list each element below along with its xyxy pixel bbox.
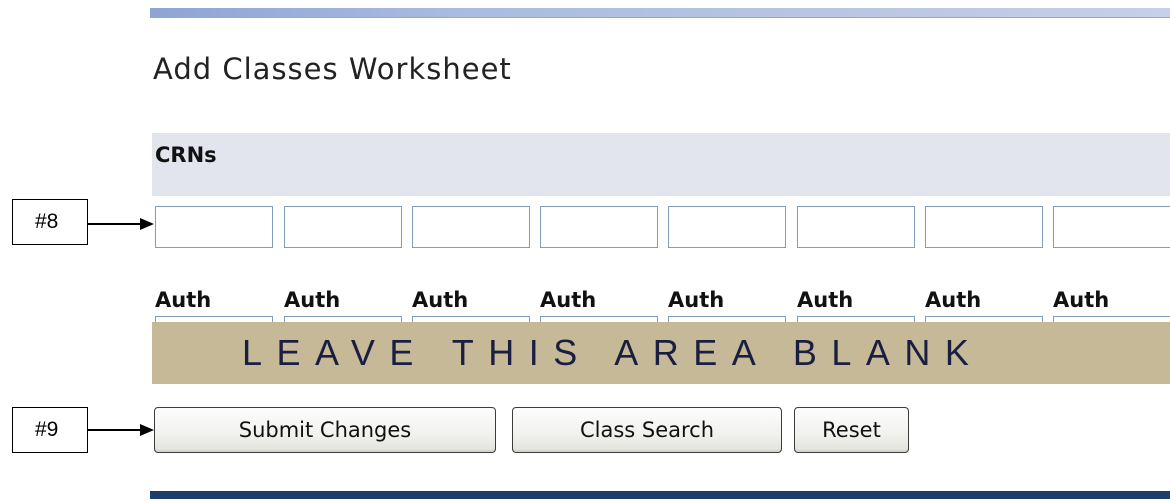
auth-label-4: Auth — [540, 288, 597, 312]
crn-section-header: CRNs — [152, 133, 1170, 196]
callout-8: #8 — [12, 199, 88, 245]
callout-9: #9 — [12, 407, 88, 453]
crn-input-6[interactable] — [797, 206, 915, 248]
leave-blank-text: LEAVE THIS AREA BLANK — [242, 332, 984, 373]
submit-changes-button[interactable]: Submit Changes — [154, 407, 496, 453]
auth-label-2: Auth — [284, 288, 341, 312]
auth-label-1: Auth — [155, 288, 212, 312]
crn-input-8[interactable] — [1053, 206, 1170, 248]
auth-label-7: Auth — [925, 288, 982, 312]
top-divider — [150, 8, 1170, 18]
auth-label-5: Auth — [668, 288, 725, 312]
class-search-button[interactable]: Class Search — [512, 407, 782, 453]
bottom-divider — [150, 491, 1170, 499]
reset-button[interactable]: Reset — [794, 407, 909, 453]
crn-input-2[interactable] — [284, 206, 402, 248]
crn-input-4[interactable] — [540, 206, 658, 248]
arrow-right-icon — [88, 218, 154, 230]
page-title: Add Classes Worksheet — [153, 52, 512, 86]
crn-header-label: CRNs — [155, 143, 217, 167]
arrow-right-icon — [88, 424, 154, 436]
auth-label-3: Auth — [412, 288, 469, 312]
auth-label-8: Auth — [1053, 288, 1110, 312]
crn-input-3[interactable] — [412, 206, 530, 248]
leave-blank-banner: LEAVE THIS AREA BLANK — [152, 322, 1170, 384]
crn-input-1[interactable] — [155, 206, 273, 248]
crn-input-5[interactable] — [668, 206, 786, 248]
crn-input-7[interactable] — [925, 206, 1043, 248]
auth-label-6: Auth — [797, 288, 854, 312]
